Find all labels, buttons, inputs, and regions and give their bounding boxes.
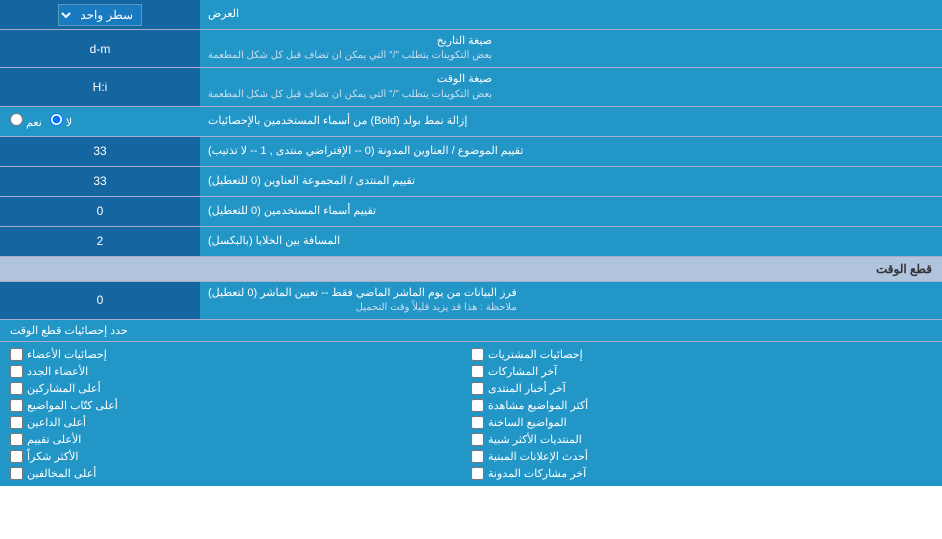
checkboxes-col2: إحصائيات الأعضاء الأعضاء الجدد أعلى المش… (10, 348, 471, 480)
checkbox-last-posts[interactable] (471, 365, 484, 378)
checkbox-top-topic-writers[interactable] (10, 399, 23, 412)
bold-yes-label: نعم (10, 113, 42, 129)
time-format-input[interactable] (20, 80, 180, 94)
forum-sort-input[interactable] (20, 174, 180, 188)
date-format-label: صيغة التاريخ بعض التكوينات يتطلب "/" الت… (200, 30, 942, 67)
checkbox-latest-announcements[interactable] (471, 450, 484, 463)
check-item-0: إحصائيات المشتريات (471, 348, 932, 361)
topics-sort-input[interactable] (20, 144, 180, 158)
bold-remove-options: لا نعم (0, 107, 200, 136)
time-cut-input-cell (0, 282, 200, 319)
bold-no-radio[interactable] (50, 113, 63, 126)
time-cut-input[interactable] (20, 293, 180, 307)
time-format-label: صيغة الوقت بعض التكوينات يتطلب "/" التي … (200, 68, 942, 105)
cell-spacing-row: المسافة بين الخلايا (بالبكسل) (0, 227, 942, 257)
checkbox-most-popular-forums[interactable] (471, 433, 484, 446)
display-select[interactable]: سطر واحد سطرين ثلاثة أسطر (58, 4, 142, 26)
check-item-4: المواضيع الساخنة (471, 416, 932, 429)
time-cut-header: قطع الوقت (0, 257, 942, 282)
check-item-c2-7: أعلى المخالفين (10, 467, 471, 480)
bold-remove-row: إزالة نمط بولد (Bold) من أسماء المستخدمي… (0, 107, 942, 137)
checkbox-last-news[interactable] (471, 382, 484, 395)
checkbox-hot-topics[interactable] (471, 416, 484, 429)
users-sort-row: تقييم أسماء المستخدمين (0 للتعطيل) (0, 197, 942, 227)
bold-no-label: لا (50, 113, 72, 129)
checkbox-most-thanked[interactable] (10, 450, 23, 463)
users-sort-input-cell (0, 197, 200, 226)
checkboxes-col1: إحصائيات المشتريات آخر المشاركات آخر أخب… (471, 348, 932, 480)
forum-sort-label: تقييم المنتدى / المجموعة العناوين (0 للت… (200, 167, 942, 196)
checkbox-top-rated[interactable] (10, 433, 23, 446)
time-cut-label: فرز البيانات من يوم الماشر الماضي فقط --… (200, 282, 942, 319)
checkbox-new-members[interactable] (10, 365, 23, 378)
check-item-2: آخر أخبار المنتدى (471, 382, 932, 395)
checkboxes-area: إحصائيات المشتريات آخر المشاركات آخر أخب… (0, 342, 942, 486)
users-sort-input[interactable] (20, 204, 180, 218)
check-item-c2-6: الأكثر شكراً (10, 450, 471, 463)
check-item-1: آخر المشاركات (471, 365, 932, 378)
cell-spacing-input[interactable] (20, 234, 180, 248)
checkbox-members-stats[interactable] (10, 348, 23, 361)
check-item-c2-3: أعلى كتّاب المواضيع (10, 399, 471, 412)
forum-sort-row: تقييم المنتدى / المجموعة العناوين (0 للت… (0, 167, 942, 197)
check-item-5: المنتديات الأكثر شبية (471, 433, 932, 446)
time-format-row: صيغة الوقت بعض التكوينات يتطلب "/" التي … (0, 68, 942, 106)
display-row: العرض سطر واحد سطرين ثلاثة أسطر (0, 0, 942, 30)
check-item-c2-5: الأعلى تقييم (10, 433, 471, 446)
date-format-input[interactable] (20, 42, 180, 56)
check-item-c2-0: إحصائيات الأعضاء (10, 348, 471, 361)
checkbox-purchases[interactable] (471, 348, 484, 361)
topics-sort-input-cell (0, 137, 200, 166)
date-format-input-cell (0, 30, 200, 67)
topics-sort-row: تقييم الموضوع / العناوين المدونة (0 -- ا… (0, 137, 942, 167)
check-item-7: آخر مشاركات المدونة (471, 467, 932, 480)
check-item-c2-4: أعلى الداعين (10, 416, 471, 429)
check-item-c2-2: أعلى المشاركين (10, 382, 471, 395)
users-sort-label: تقييم أسماء المستخدمين (0 للتعطيل) (200, 197, 942, 226)
forum-sort-input-cell (0, 167, 200, 196)
check-item-3: أكثر المواضيع مشاهدة (471, 399, 932, 412)
checkbox-most-viewed[interactable] (471, 399, 484, 412)
checkbox-top-posters[interactable] (10, 382, 23, 395)
cell-spacing-label: المسافة بين الخلايا (بالبكسل) (200, 227, 942, 256)
checkbox-top-inviters[interactable] (10, 416, 23, 429)
display-select-cell: سطر واحد سطرين ثلاثة أسطر (0, 0, 200, 29)
time-format-input-cell (0, 68, 200, 105)
checkbox-last-blog-posts[interactable] (471, 467, 484, 480)
check-item-c2-1: الأعضاء الجدد (10, 365, 471, 378)
bold-yes-radio[interactable] (10, 113, 23, 126)
checkbox-top-violators[interactable] (10, 467, 23, 480)
limit-label: حدد إحصائيات قطع الوقت (10, 324, 128, 337)
time-cut-row: فرز البيانات من يوم الماشر الماضي فقط --… (0, 282, 942, 320)
check-item-6: أحدث الإعلانات المبنية (471, 450, 932, 463)
topics-sort-label: تقييم الموضوع / العناوين المدونة (0 -- ا… (200, 137, 942, 166)
date-format-row: صيغة التاريخ بعض التكوينات يتطلب "/" الت… (0, 30, 942, 68)
cell-spacing-input-cell (0, 227, 200, 256)
limit-row: حدد إحصائيات قطع الوقت (0, 320, 942, 342)
display-label: العرض (200, 0, 942, 29)
bold-remove-label: إزالة نمط بولد (Bold) من أسماء المستخدمي… (200, 107, 942, 136)
